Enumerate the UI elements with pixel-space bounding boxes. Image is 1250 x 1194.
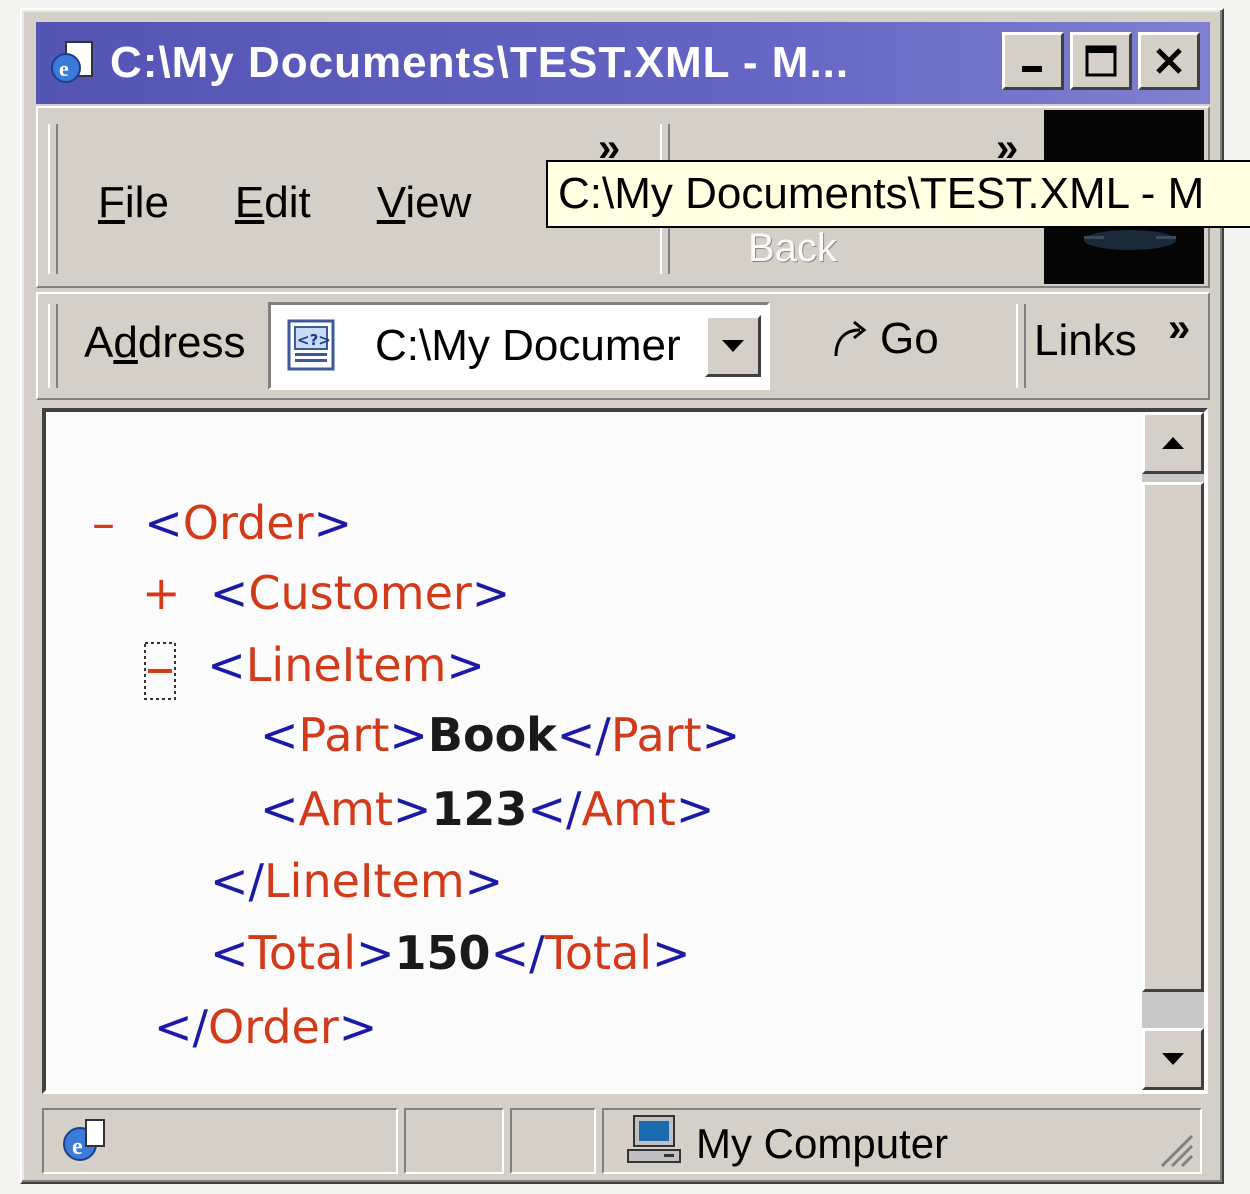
menu-file-label: ile <box>124 178 169 227</box>
window-title: C:\My Documents\TEST.XML - M... <box>110 38 850 87</box>
scroll-up-button[interactable] <box>1142 412 1204 474</box>
my-computer-icon <box>627 1115 681 1163</box>
ie-page-icon: e <box>63 1119 105 1161</box>
xml-line-amt: <Amt>123</Amt> <box>260 782 715 836</box>
maximize-icon <box>1085 45 1117 77</box>
address-band: Address <?> C:\My Documer Go Links » <box>36 292 1210 400</box>
part-value: Book <box>427 708 557 762</box>
address-label: Address <box>84 318 246 367</box>
focus-collapse-icon <box>144 641 176 700</box>
arrow-down-icon <box>1162 1053 1184 1065</box>
svg-text:e: e <box>72 1134 83 1160</box>
chevron-down-icon <box>722 340 744 352</box>
go-arrow-icon <box>834 320 867 357</box>
xml-line-customer: + <Customer> <box>142 566 511 620</box>
status-bar: e My Computer <box>42 1102 1208 1178</box>
arrow-up-icon <box>1162 437 1184 449</box>
tag-order-open: Order <box>182 496 314 550</box>
scroll-down-button[interactable] <box>1142 1028 1204 1090</box>
amt-value: 123 <box>431 782 528 836</box>
xml-line-part: <Part>Book</Part> <box>260 708 741 762</box>
svg-text:e: e <box>59 56 69 81</box>
xml-line-lineitem-open: <LineItem> <box>142 638 485 700</box>
links-band-grip[interactable] <box>1016 304 1026 388</box>
address-input[interactable]: <?> C:\My Documer <box>268 302 770 390</box>
xml-line-lineitem-close: </LineItem> <box>210 854 504 908</box>
back-button[interactable]: Back <box>748 226 837 271</box>
tag-customer: Customer <box>248 566 472 620</box>
tag-lineitem-open: LineItem <box>245 638 447 692</box>
lineitem-collapse-toggle[interactable] <box>142 641 178 700</box>
scroll-thumb[interactable] <box>1142 482 1204 992</box>
minimize-button[interactable] <box>1002 32 1064 90</box>
status-pane-progress <box>404 1108 504 1174</box>
links-overflow-chevron-icon[interactable]: » <box>1168 306 1190 351</box>
xml-line-order-close: </Order> <box>154 1000 378 1054</box>
minimize-icon <box>1022 66 1042 72</box>
xml-tree: – <Order> + <Customer> <LineItem> <Part>… <box>46 412 1146 1090</box>
xml-line-total: <Total>150</Total> <box>210 926 691 980</box>
vertical-scrollbar[interactable] <box>1142 412 1204 1090</box>
ie-document-icon: e <box>46 36 100 90</box>
status-pane-main: e <box>42 1108 398 1174</box>
go-button[interactable]: Go <box>828 314 939 364</box>
total-value: 150 <box>394 926 491 980</box>
address-dropdown-button[interactable] <box>705 315 761 377</box>
document-view: – <Order> + <Customer> <LineItem> <Part>… <box>42 408 1208 1094</box>
title-tooltip: C:\My Documents\TEST.XML - M <box>546 160 1250 228</box>
close-icon <box>1156 48 1182 74</box>
menu-bar: File Edit View <box>98 178 471 228</box>
xml-page-icon: <?> <box>283 317 341 375</box>
go-label: Go <box>880 314 939 363</box>
close-button[interactable] <box>1138 32 1200 90</box>
address-value: C:\My Documer <box>375 321 681 370</box>
xml-line-order-open: – <Order> <box>92 496 353 550</box>
status-pane-zone: My Computer <box>602 1108 1202 1174</box>
status-pane-security <box>510 1108 596 1174</box>
menu-file[interactable]: File <box>98 178 169 228</box>
collapse-toggle[interactable]: – <box>92 496 115 550</box>
title-bar[interactable]: e C:\My Documents\TEST.XML - M... <box>36 22 1210 104</box>
svg-text:<?>: <?> <box>297 331 331 349</box>
expand-toggle[interactable]: + <box>142 566 181 620</box>
tag-order-close: Order <box>208 1000 339 1054</box>
zone-label: My Computer <box>696 1120 949 1167</box>
links-button[interactable]: Links <box>1034 316 1137 366</box>
address-band-grip[interactable] <box>48 304 58 388</box>
resize-grip-icon[interactable] <box>1154 1128 1194 1168</box>
browser-window: e C:\My Documents\TEST.XML - M... File E… <box>20 8 1250 1184</box>
maximize-button[interactable] <box>1070 32 1132 90</box>
menu-band-grip[interactable] <box>48 124 58 274</box>
menu-view[interactable]: View <box>377 178 472 228</box>
menu-edit[interactable]: Edit <box>235 178 311 228</box>
